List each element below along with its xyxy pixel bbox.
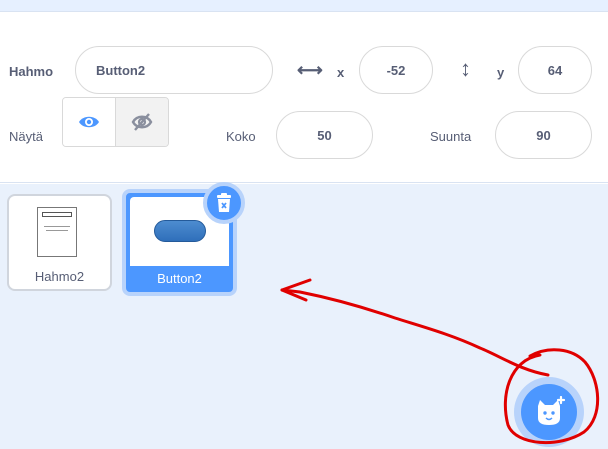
button-thumbnail-icon: [154, 220, 206, 242]
sprite-name-label: Hahmo: [9, 64, 54, 79]
cat-plus-icon: [538, 396, 566, 425]
y-position-input[interactable]: 64: [518, 46, 592, 94]
eye-slash-icon: [131, 113, 153, 131]
document-thumbnail-icon: [37, 207, 77, 257]
horizontal-arrows-icon: ⟷: [297, 60, 323, 80]
vertical-arrows-icon: ↕: [460, 56, 471, 81]
direction-input[interactable]: 90: [495, 111, 592, 159]
eye-icon: [79, 116, 99, 128]
visibility-toggle-group: [62, 97, 169, 147]
show-sprite-button[interactable]: [63, 98, 115, 146]
delete-sprite-button[interactable]: [203, 182, 245, 224]
show-label: Näytä: [9, 129, 43, 144]
size-input[interactable]: 50: [276, 111, 373, 159]
y-label: y: [497, 65, 505, 80]
hide-sprite-button[interactable]: [115, 98, 168, 146]
sprite-name-input[interactable]: Button2: [75, 46, 273, 94]
add-sprite-button[interactable]: [521, 384, 577, 440]
x-position-input[interactable]: -52: [359, 46, 433, 94]
direction-label: Suunta: [430, 129, 472, 144]
sprite-tile-label: Button2: [157, 271, 202, 286]
x-label: x: [337, 65, 345, 80]
stage-header-strip: [0, 0, 608, 12]
size-label: Koko: [226, 129, 256, 144]
trash-icon: [217, 193, 231, 212]
sprite-tile-label: Hahmo2: [34, 269, 85, 284]
